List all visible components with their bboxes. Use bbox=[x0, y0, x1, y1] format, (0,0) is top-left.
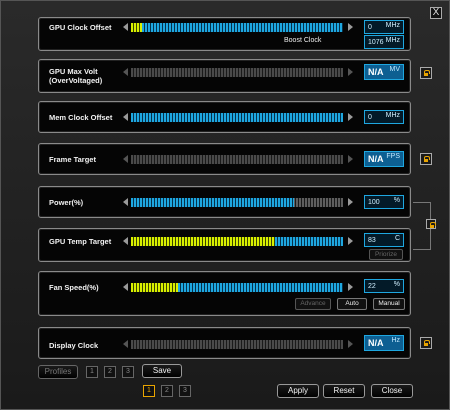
bank-slot-3[interactable]: 3 bbox=[179, 385, 191, 397]
boost-clock-label: Boost Clock bbox=[284, 37, 322, 44]
power-value-box[interactable]: 100 % bbox=[364, 195, 404, 209]
mem-clock-slider[interactable] bbox=[131, 113, 343, 122]
value-text: N/A bbox=[368, 67, 384, 77]
display-clock-panel: Display Clock N/A Hz bbox=[38, 327, 411, 359]
priorize-button[interactable]: Priorize bbox=[369, 249, 403, 260]
gpu-volt-slider bbox=[131, 68, 343, 77]
profile-slot-3[interactable]: 3 bbox=[122, 366, 134, 378]
fan-label: Fan Speed(%) bbox=[49, 283, 99, 292]
save-button[interactable]: Save bbox=[142, 364, 182, 378]
slider-fill bbox=[131, 113, 343, 122]
overclock-window: X GPU Clock Offset 0 MHz Boost Clock 107… bbox=[0, 0, 450, 410]
fan-panel: Fan Speed(%) 22 % Advance Auto Manual bbox=[38, 271, 411, 316]
increase-arrow-icon bbox=[348, 340, 353, 348]
profile-slot-1[interactable]: 1 bbox=[86, 366, 98, 378]
increase-arrow-icon[interactable] bbox=[348, 237, 353, 245]
decrease-arrow-icon bbox=[123, 340, 128, 348]
advance-button[interactable]: Advance bbox=[295, 298, 331, 310]
increase-arrow-icon[interactable] bbox=[348, 23, 353, 31]
gpu-volt-label: GPU Max Volt bbox=[49, 67, 98, 76]
manual-button[interactable]: Manual bbox=[373, 298, 405, 310]
profiles-button[interactable]: Profiles bbox=[38, 365, 78, 379]
unit-text: % bbox=[393, 197, 400, 204]
power-slider[interactable] bbox=[131, 198, 343, 207]
increase-arrow-icon[interactable] bbox=[348, 198, 353, 206]
display-clock-value-box: N/A Hz bbox=[364, 335, 404, 351]
display-clock-slider bbox=[131, 340, 343, 349]
decrease-arrow-icon[interactable] bbox=[123, 283, 128, 291]
display-clock-label: Display Clock bbox=[49, 341, 99, 350]
reset-button[interactable]: Reset bbox=[323, 384, 365, 398]
gpu-volt-value-box: N/A MV bbox=[364, 64, 404, 80]
unit-text: MV bbox=[389, 66, 401, 73]
frame-target-value-box: N/A FPS bbox=[364, 151, 404, 167]
bank-slot-2[interactable]: 2 bbox=[161, 385, 173, 397]
lock-icon[interactable] bbox=[420, 153, 432, 165]
value-text: 0 bbox=[368, 24, 372, 31]
unit-text: FPS bbox=[386, 153, 400, 160]
gpu-volt-sublabel: (OverVoltaged) bbox=[49, 76, 103, 85]
increase-arrow-icon bbox=[348, 68, 353, 76]
value-text: 0 bbox=[368, 114, 372, 121]
auto-button[interactable]: Auto bbox=[337, 298, 367, 310]
mem-clock-label: Mem Clock Offset bbox=[49, 113, 113, 122]
fan-value-box[interactable]: 22 % bbox=[364, 279, 404, 293]
unit-text: % bbox=[393, 281, 400, 288]
power-panel: Power(%) 100 % bbox=[38, 186, 411, 218]
gpu-temp-slider[interactable] bbox=[131, 237, 343, 246]
value-text: 100 bbox=[368, 199, 380, 206]
decrease-arrow-icon bbox=[123, 68, 128, 76]
mem-clock-value-box[interactable]: 0 MHz bbox=[364, 110, 404, 124]
unit-text: C bbox=[394, 235, 400, 242]
increase-arrow-icon[interactable] bbox=[348, 113, 353, 121]
mem-clock-panel: Mem Clock Offset 0 MHz bbox=[38, 101, 411, 133]
slider-track-fill bbox=[275, 237, 343, 246]
decrease-arrow-icon[interactable] bbox=[123, 23, 128, 31]
increase-arrow-icon[interactable] bbox=[348, 283, 353, 291]
unit-text: MHz bbox=[385, 22, 400, 29]
gpu-clock-label: GPU Clock Offset bbox=[49, 23, 112, 32]
slider-fill bbox=[131, 198, 295, 207]
unit-text: MHz bbox=[385, 37, 400, 44]
slider-track-fill bbox=[141, 23, 343, 32]
slider-track-fill bbox=[177, 283, 343, 292]
gpu-volt-panel: GPU Max Volt (OverVoltaged) N/A MV bbox=[38, 59, 411, 93]
slider-fill bbox=[131, 237, 276, 246]
frame-target-panel: Frame Target N/A FPS bbox=[38, 143, 411, 175]
apply-button[interactable]: Apply bbox=[277, 384, 319, 398]
slider-fill bbox=[131, 283, 178, 292]
gpu-clock-panel: GPU Clock Offset 0 MHz Boost Clock 1076 … bbox=[38, 17, 411, 51]
decrease-arrow-icon[interactable] bbox=[123, 198, 128, 206]
close-icon[interactable]: X bbox=[430, 7, 442, 19]
value-text: 1076 bbox=[368, 39, 384, 46]
decrease-arrow-icon bbox=[123, 155, 128, 163]
power-label: Power(%) bbox=[49, 198, 84, 207]
boost-clock-value-box: 1076 MHz bbox=[364, 35, 404, 49]
value-text: N/A bbox=[368, 338, 384, 348]
value-text: 22 bbox=[368, 283, 376, 290]
gpu-clock-slider[interactable] bbox=[131, 23, 343, 32]
fan-slider[interactable] bbox=[131, 283, 343, 292]
increase-arrow-icon bbox=[348, 155, 353, 163]
gpu-temp-panel: GPU Temp Target 83 C Priorize bbox=[38, 228, 411, 262]
link-lock-icon[interactable] bbox=[426, 219, 436, 229]
frame-target-label: Frame Target bbox=[49, 155, 96, 164]
unit-text: Hz bbox=[391, 337, 400, 344]
frame-target-slider bbox=[131, 155, 343, 164]
slider-fill bbox=[131, 23, 142, 32]
profile-slot-2[interactable]: 2 bbox=[104, 366, 116, 378]
decrease-arrow-icon[interactable] bbox=[123, 113, 128, 121]
value-text: 83 bbox=[368, 237, 376, 244]
lock-icon[interactable] bbox=[420, 337, 432, 349]
decrease-arrow-icon[interactable] bbox=[123, 237, 128, 245]
value-text: N/A bbox=[368, 154, 384, 164]
gpu-temp-label: GPU Temp Target bbox=[49, 237, 112, 246]
gpu-clock-value-box[interactable]: 0 MHz bbox=[364, 20, 404, 34]
lock-icon[interactable] bbox=[420, 67, 432, 79]
unit-text: MHz bbox=[385, 112, 400, 119]
close-button[interactable]: Close bbox=[371, 384, 413, 398]
bank-slot-1[interactable]: 1 bbox=[143, 385, 155, 397]
gpu-temp-value-box[interactable]: 83 C bbox=[364, 233, 404, 247]
